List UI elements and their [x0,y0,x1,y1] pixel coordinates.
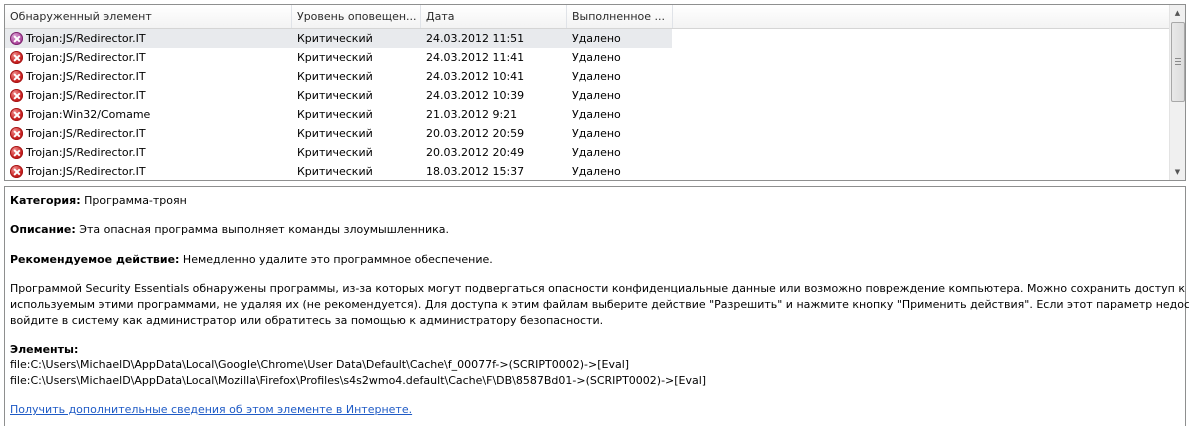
row-item-name: Trojan:JS/Redirector.IT [26,51,146,64]
table-row[interactable]: Trojan:JS/Redirector.IT Критический 24.0… [5,86,1171,105]
table-row[interactable]: Trojan:Win32/Comame Критический 21.03.20… [5,105,1171,124]
description-value: Эта опасная программа выполняет команды … [75,223,449,236]
row-date: 20.03.2012 20:49 [426,146,525,159]
column-header-alert-level[interactable]: Уровень оповещен... [292,5,421,28]
table-row[interactable]: Trojan:JS/Redirector.IT Критический 20.0… [5,124,1171,143]
grip-line [1175,64,1181,65]
row-date: 24.03.2012 11:41 [426,51,525,64]
column-header-action[interactable]: Выполненное ... [567,5,673,28]
column-header-date[interactable]: Дата [421,5,567,28]
row-alert-level: Критический [297,70,373,83]
table-row[interactable]: Trojan:JS/Redirector.IT Критический 24.0… [5,48,1171,67]
row-action: Удалено [572,108,621,121]
category-value: Программа-троян [80,194,187,207]
row-date: 24.03.2012 10:39 [426,89,525,102]
list-header: Обнаруженный элемент Уровень оповещен...… [5,5,1171,29]
threat-x-icon [10,108,23,121]
threat-x-icon [10,165,23,178]
threat-x-icon [10,127,23,140]
vertical-scrollbar[interactable]: ▲ ▼ [1169,5,1185,180]
row-action: Удалено [572,127,621,140]
elements-label: Элементы: [10,343,79,356]
category-label: Категория: [10,194,81,207]
scroll-up-arrow-icon[interactable]: ▲ [1170,5,1185,21]
row-action: Удалено [572,70,621,83]
grip-line [1175,61,1181,62]
item-details-pane: Категория: Программа-троян Описание: Эта… [4,186,1189,426]
row-alert-level: Критический [297,32,373,45]
recommended-action-value: Немедленно удалите это программное обесп… [179,253,493,266]
threat-x-icon [10,146,23,159]
table-row[interactable]: Trojan:JS/Redirector.IT Критический 24.0… [5,67,1171,86]
row-alert-level: Критический [297,89,373,102]
column-header-item[interactable]: Обнаруженный элемент [5,5,292,28]
row-alert-level: Критический [297,165,373,178]
explanation-paragraph-line-1: Программой Security Essentials обнаружен… [10,282,1189,295]
description-line: Описание: Эта опасная программа выполняе… [10,223,449,236]
row-item-name: Trojan:JS/Redirector.IT [26,127,146,140]
row-alert-level: Критический [297,146,373,159]
threat-x-icon [10,32,23,45]
row-item-name: Trojan:JS/Redirector.IT [26,70,146,83]
detected-items-list[interactable]: Обнаруженный элемент Уровень оповещен...… [4,4,1186,181]
recommended-action-line: Рекомендуемое действие: Немедленно удали… [10,253,493,266]
row-alert-level: Критический [297,108,373,121]
scroll-down-arrow-icon[interactable]: ▼ [1170,164,1185,180]
row-action: Удалено [572,51,621,64]
row-action: Удалено [572,32,621,45]
threat-x-icon [10,89,23,102]
table-row[interactable]: Trojan:JS/Redirector.IT Критический 20.0… [5,143,1171,162]
row-item-name: Trojan:JS/Redirector.IT [26,32,146,45]
row-action: Удалено [572,89,621,102]
description-label: Описание: [10,223,76,236]
row-date: 24.03.2012 11:51 [426,32,525,45]
row-item-name: Trojan:Win32/Comame [26,108,151,121]
table-row[interactable]: Trojan:JS/Redirector.IT Критический 24.0… [5,29,672,48]
row-date: 18.03.2012 15:37 [426,165,525,178]
row-action: Удалено [572,146,621,159]
threat-x-icon [10,51,23,64]
row-alert-level: Критический [297,127,373,140]
recommended-action-label: Рекомендуемое действие: [10,253,180,266]
explanation-paragraph-line-2: используемым этими программами, не удаля… [10,298,1189,311]
row-alert-level: Критический [297,51,373,64]
row-date: 20.03.2012 20:59 [426,127,525,140]
threat-x-icon [10,70,23,83]
explanation-paragraph-line-3: войдите в систему как администратор или … [10,314,604,327]
category-line: Категория: Программа-троян [10,194,187,207]
element-path-1: file:C:\Users\MichaelD\AppData\Local\Goo… [10,358,630,371]
element-path-2: file:C:\Users\MichaelD\AppData\Local\Moz… [10,374,707,387]
row-item-name: Trojan:JS/Redirector.IT [26,146,146,159]
list-rows: Trojan:JS/Redirector.IT Критический 24.0… [5,29,1171,180]
row-date: 21.03.2012 9:21 [426,108,518,121]
grip-line [1175,58,1181,59]
scrollbar-thumb[interactable] [1171,22,1185,102]
row-item-name: Trojan:JS/Redirector.IT [26,165,146,178]
row-action: Удалено [572,165,621,178]
row-item-name: Trojan:JS/Redirector.IT [26,89,146,102]
row-date: 24.03.2012 10:41 [426,70,525,83]
more-info-link[interactable]: Получить дополнительные сведения об этом… [10,403,412,416]
table-row[interactable]: Trojan:JS/Redirector.IT Критический 18.0… [5,162,1171,180]
